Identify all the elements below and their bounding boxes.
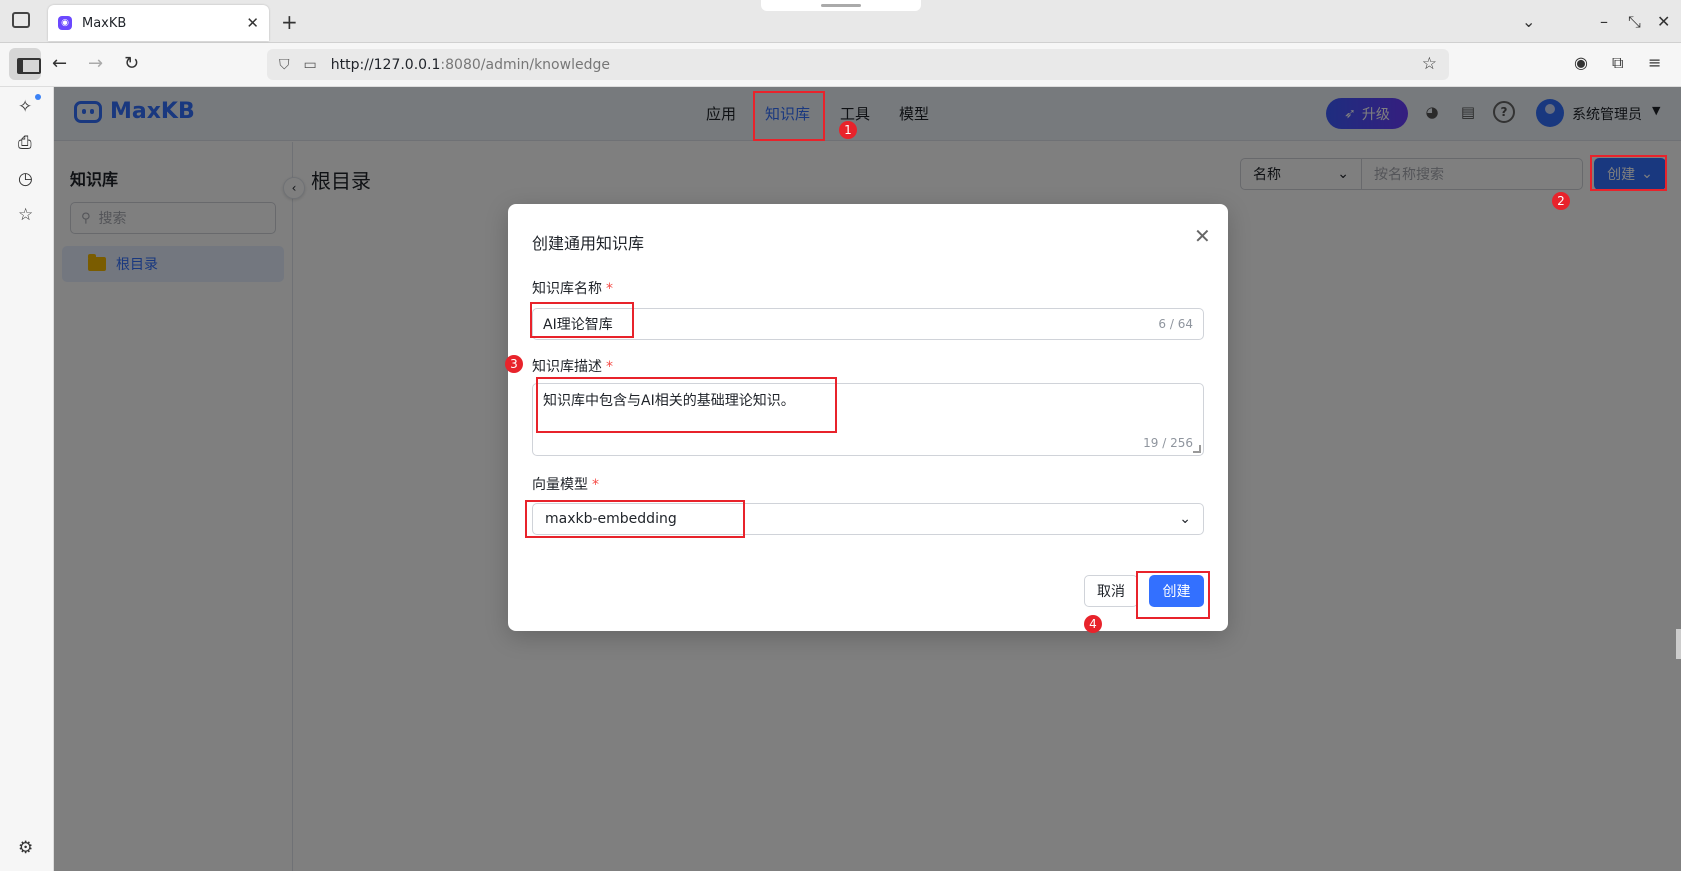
url-bar[interactable]: ⛉ ▭ http://127.0.0.1 :8080/admin/knowled… [267, 49, 1449, 80]
annotation-badge-1: 1 [839, 121, 857, 139]
annotation-badge-4: 4 [1084, 615, 1102, 633]
description-label-text: 知识库描述 [532, 359, 602, 375]
shield-icon[interactable]: ⛉ [279, 57, 290, 73]
back-icon[interactable]: ← [52, 53, 67, 74]
cancel-button[interactable]: 取消 [1084, 575, 1138, 607]
account-icon[interactable]: ◉ [1574, 53, 1588, 72]
name-label: 知识库名称 * [532, 278, 613, 298]
maxkb-favicon-icon: ◉ [58, 16, 72, 30]
annotation-box-create [1590, 155, 1667, 191]
description-char-count: 19 / 256 [1143, 436, 1193, 450]
required-mark: * [606, 359, 613, 375]
restore-icon[interactable]: ⤡ [1628, 12, 1641, 32]
extensions-icon[interactable]: ⧉ [1612, 53, 1623, 73]
annotation-box-nav [753, 91, 825, 141]
close-tab-icon[interactable]: ✕ [246, 14, 259, 32]
url-host: http://127.0.0.1 [330, 56, 441, 73]
ai-sparkle-icon[interactable]: ✧ [18, 97, 32, 117]
new-tab-button[interactable]: + [281, 10, 298, 34]
resize-grip-icon[interactable] [1193, 445, 1201, 453]
browser-nav-bar: ← → ↻ ⛉ ▭ http://127.0.0.1 :8080/admin/k… [0, 43, 1681, 87]
required-mark: * [592, 477, 599, 493]
close-window-icon[interactable]: ✕ [1657, 12, 1670, 31]
notification-dot [35, 94, 41, 100]
annotation-box-description [536, 377, 837, 433]
annotation-box-name [530, 302, 634, 338]
annotation-badge-3: 3 [505, 355, 523, 373]
forward-icon[interactable]: → [88, 53, 103, 74]
bookmarks-star-icon[interactable]: ☆ [18, 205, 33, 225]
model-label: 向量模型 * [532, 474, 599, 494]
settings-gear-icon[interactable]: ⚙ [18, 838, 33, 858]
tab-title: MaxKB [82, 15, 127, 31]
dialog-title: 创建通用知识库 [532, 234, 645, 253]
minimize-icon[interactable]: – [1600, 12, 1608, 31]
annotation-box-confirm [1136, 571, 1210, 619]
name-char-count: 6 / 64 [1158, 317, 1193, 331]
browser-sidebar: ✧ ⎙ ◷ ☆ ⚙ [0, 87, 54, 871]
name-label-text: 知识库名称 [532, 281, 602, 297]
browser-tab-bar: ◉ MaxKB ✕ + ⌄ – ⤡ ✕ [0, 0, 1681, 43]
tab-list-icon[interactable] [12, 12, 30, 28]
scrollbar-thumb[interactable] [1676, 629, 1681, 659]
history-icon[interactable]: ◷ [18, 169, 33, 189]
url-path: :8080/admin/knowledge [440, 56, 610, 73]
description-label: 知识库描述 * [532, 356, 613, 376]
bookmark-star-icon[interactable]: ☆ [1422, 54, 1437, 74]
synced-tabs-icon[interactable]: ⎙ [18, 133, 32, 153]
menu-icon[interactable]: ≡ [1648, 53, 1661, 72]
annotation-box-model [525, 500, 745, 538]
model-label-text: 向量模型 [532, 477, 588, 493]
browser-tab[interactable]: ◉ MaxKB ✕ [48, 5, 269, 41]
tab-overflow-chevron-icon[interactable]: ⌄ [1522, 12, 1535, 31]
annotation-badge-2: 2 [1552, 192, 1570, 210]
page-info-icon[interactable]: ▭ [304, 57, 317, 73]
close-icon[interactable]: ✕ [1194, 224, 1211, 248]
chevron-down-icon: ⌄ [1179, 511, 1191, 527]
required-mark: * [606, 281, 613, 297]
sidebar-toggle-icon[interactable] [9, 48, 41, 80]
reload-icon[interactable]: ↻ [124, 53, 139, 74]
window-drag-handle[interactable] [761, 0, 921, 11]
